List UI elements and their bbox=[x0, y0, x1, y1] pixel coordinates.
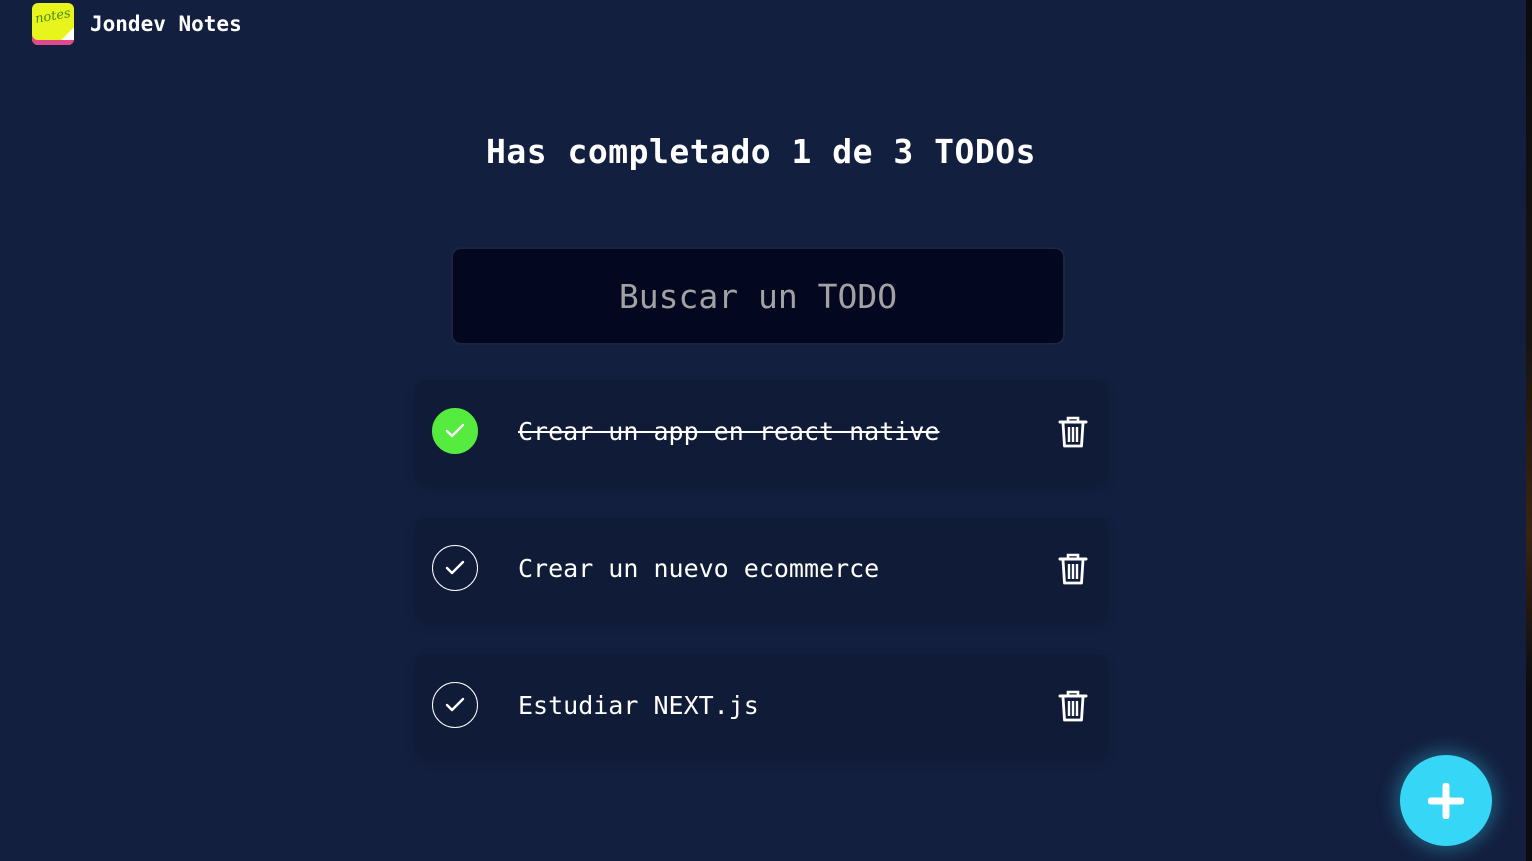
plus-icon bbox=[1428, 782, 1464, 819]
app-logo: notes bbox=[32, 3, 74, 45]
app-title: Jondev Notes bbox=[90, 12, 242, 36]
todo-item: Crear un app en react native bbox=[415, 380, 1108, 484]
search-input[interactable] bbox=[451, 247, 1065, 345]
complete-toggle[interactable] bbox=[432, 682, 478, 728]
todo-list: Crear un app en react native Crear un nu… bbox=[415, 380, 1108, 791]
todo-text: Crear un app en react native bbox=[518, 417, 940, 446]
logo-lettering: notes bbox=[33, 6, 72, 27]
todo-text: Estudiar NEXT.js bbox=[518, 691, 759, 720]
trash-icon[interactable] bbox=[1058, 689, 1088, 723]
trash-icon[interactable] bbox=[1058, 415, 1088, 449]
complete-toggle[interactable] bbox=[432, 545, 478, 591]
check-icon bbox=[445, 697, 465, 712]
complete-toggle[interactable] bbox=[432, 408, 478, 454]
todo-text: Crear un nuevo ecommerce bbox=[518, 554, 880, 583]
todo-item: Crear un nuevo ecommerce bbox=[415, 517, 1108, 621]
todo-counter: Has completado 1 de 3 TODOs bbox=[486, 132, 1036, 171]
check-icon bbox=[445, 423, 465, 438]
check-icon bbox=[445, 560, 465, 575]
window-edge-strip bbox=[1526, 0, 1532, 861]
todo-item: Estudiar NEXT.js bbox=[415, 654, 1108, 758]
app-header: notes Jondev Notes bbox=[32, 2, 242, 46]
add-todo-button[interactable] bbox=[1400, 755, 1492, 846]
trash-icon[interactable] bbox=[1058, 552, 1088, 586]
